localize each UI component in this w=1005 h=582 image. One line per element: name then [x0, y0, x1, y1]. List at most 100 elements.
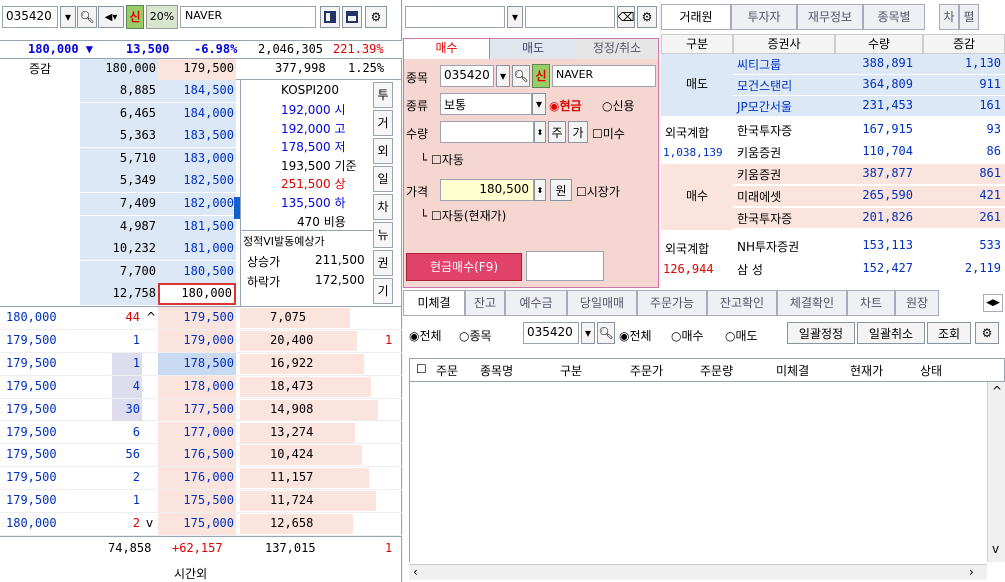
fall-value: 172,500 — [315, 273, 365, 287]
auto-price-checkbox[interactable]: └ ☐자동(현재가) — [420, 207, 506, 224]
side-button[interactable]: 기 — [373, 278, 393, 304]
vertical-scrollbar[interactable]: ^ v — [987, 382, 1005, 562]
stock-code-input[interactable]: 035420 — [2, 6, 58, 28]
ask-price-cell[interactable]: 184,500 — [158, 80, 236, 102]
sound-button[interactable]: ◀▾ — [98, 6, 124, 28]
ask-price-cell[interactable]: 180,000 — [158, 283, 236, 306]
side-button[interactable]: 거 — [373, 110, 393, 136]
market-price-checkbox[interactable]: ☐시장가 — [576, 183, 620, 200]
available-button[interactable]: 가 — [568, 121, 588, 143]
positions-tab[interactable]: 잔고확인 — [707, 290, 777, 316]
account-select[interactable] — [405, 6, 505, 28]
positions-settings-button[interactable]: ⚙ — [975, 322, 999, 344]
side-button[interactable]: 투 — [373, 82, 393, 108]
bid-price[interactable]: 176,500 — [183, 447, 234, 461]
ask-price: 181,000 — [183, 241, 234, 256]
cash-buy-button[interactable]: 현금매수(F9) — [406, 253, 522, 281]
order-type-dropdown[interactable]: ▾ — [532, 93, 546, 115]
select-all-checkbox[interactable]: ☐ — [416, 362, 427, 376]
account-dropdown-button[interactable]: ▾ — [507, 6, 523, 28]
positions-tab[interactable]: 원장 — [895, 290, 939, 316]
side-button[interactable]: 외 — [373, 138, 393, 164]
bid-price[interactable]: 177,500 — [183, 402, 234, 416]
settings-button[interactable]: ⚙ — [365, 6, 387, 28]
password-input[interactable] — [525, 6, 615, 28]
ask-price-cell[interactable]: 183,500 — [158, 125, 236, 148]
qty-stepper[interactable]: ⬍ — [534, 121, 546, 143]
price-label: 가격 — [406, 185, 429, 199]
broker-tab[interactable]: 펼 — [959, 4, 979, 30]
positions-tab[interactable]: 잔고 — [465, 290, 505, 316]
eraser-button[interactable]: ⌫ — [617, 6, 635, 28]
price-input[interactable]: 180,500 — [440, 179, 534, 201]
side-buy-radio[interactable]: ○매수 — [671, 327, 704, 344]
order-stock-code[interactable]: 035420 — [440, 65, 494, 87]
side-button[interactable]: 일 — [373, 166, 393, 192]
side-all-radio[interactable]: ◉전체 — [619, 327, 652, 344]
ask-price-cell[interactable]: 181,500 — [158, 215, 236, 238]
side-button[interactable]: 권 — [373, 250, 393, 276]
unfilled-col-header: 구분 — [560, 364, 583, 378]
side-button[interactable]: 차 — [373, 194, 393, 220]
search-button[interactable]: 🔍︎ — [77, 6, 97, 28]
won-button[interactable]: 원 — [550, 179, 572, 201]
ask-price-cell[interactable]: 182,000 — [158, 193, 236, 215]
tab-modify-cancel[interactable]: 정정/취소 — [576, 39, 658, 59]
trade-price: 179,500 — [6, 493, 57, 508]
ask-price-cell[interactable]: 183,000 — [158, 147, 236, 170]
shares-button[interactable]: 주 — [548, 121, 566, 143]
filter-stock-radio[interactable]: ○종목 — [459, 327, 492, 344]
broker-tab[interactable]: 거래원 — [661, 4, 731, 30]
positions-tab[interactable]: 당일매매 — [567, 290, 637, 316]
ask-price-cell[interactable]: 180,500 — [158, 260, 236, 283]
misu-checkbox[interactable]: ☐미수 — [592, 125, 625, 142]
ask-price: 180,500 — [183, 263, 234, 278]
bid-price[interactable]: 176,000 — [183, 470, 234, 484]
bid-price[interactable]: 179,500 — [183, 310, 234, 324]
credit-radio[interactable]: ○신용 — [602, 97, 635, 114]
bid-price[interactable]: 178,500 — [183, 356, 234, 370]
order-type-select[interactable]: 보통 — [440, 93, 532, 115]
bid-price[interactable]: 175,500 — [183, 493, 234, 507]
bid-price[interactable]: 178,000 — [183, 379, 234, 393]
query-button[interactable]: 조회 — [927, 322, 971, 344]
bid-price[interactable]: 179,000 — [183, 333, 234, 347]
auto-qty-checkbox[interactable]: └ ☐자동 — [420, 151, 464, 168]
filter-search-button[interactable]: 🔍︎ — [597, 322, 615, 344]
positions-tab[interactable]: 차트 — [847, 290, 895, 316]
horizontal-scrollbar[interactable]: ‹ › — [409, 564, 987, 580]
order-settings-button[interactable]: ⚙ — [637, 6, 657, 28]
bid-row: 179,500 4 178,000 18,473 — [0, 375, 402, 399]
tab-scroll-arrows[interactable]: ◀▶ — [983, 294, 1003, 312]
bulk-cancel-button[interactable]: 일괄취소 — [857, 322, 925, 344]
order-search-button[interactable]: 🔍︎ — [512, 65, 530, 87]
broker-tab[interactable]: 차 — [939, 4, 959, 30]
window-icon-button[interactable] — [320, 6, 340, 28]
positions-tab[interactable]: 미체결 — [403, 290, 465, 316]
bid-price[interactable]: 177,000 — [183, 425, 234, 439]
filter-code-dropdown[interactable]: ▾ — [581, 322, 595, 344]
positions-tab[interactable]: 예수금 — [505, 290, 567, 316]
tab-sell[interactable]: 매도 — [490, 39, 576, 59]
filter-code-input[interactable]: 035420 — [523, 322, 579, 344]
code-dropdown-button[interactable]: ▾ — [60, 6, 76, 28]
positions-tab[interactable]: 주문가능 — [637, 290, 707, 316]
layout-button[interactable] — [342, 6, 362, 28]
ask-price-cell[interactable]: 181,000 — [158, 238, 236, 261]
price-stepper[interactable]: ⬍ — [534, 179, 546, 201]
broker-tab[interactable]: 재무정보 — [797, 4, 863, 30]
broker-tab[interactable]: 종목별 — [863, 4, 925, 30]
broker-tab[interactable]: 투자자 — [731, 4, 797, 30]
positions-tab[interactable]: 체결확인 — [777, 290, 847, 316]
side-button[interactable]: 뉴 — [373, 222, 393, 248]
bid-price[interactable]: 175,000 — [183, 516, 234, 530]
side-sell-radio[interactable]: ○매도 — [725, 327, 758, 344]
filter-all-radio[interactable]: ◉전체 — [409, 327, 442, 344]
tab-buy[interactable]: 매수 — [404, 39, 490, 59]
cash-radio[interactable]: ◉현금 — [549, 97, 582, 114]
qty-input[interactable] — [440, 121, 534, 143]
ask-price-cell[interactable]: 182,500 — [158, 170, 236, 193]
ask-price-cell[interactable]: 184,000 — [158, 102, 236, 125]
order-code-dropdown[interactable]: ▾ — [496, 65, 510, 87]
bulk-modify-button[interactable]: 일괄정정 — [787, 322, 855, 344]
